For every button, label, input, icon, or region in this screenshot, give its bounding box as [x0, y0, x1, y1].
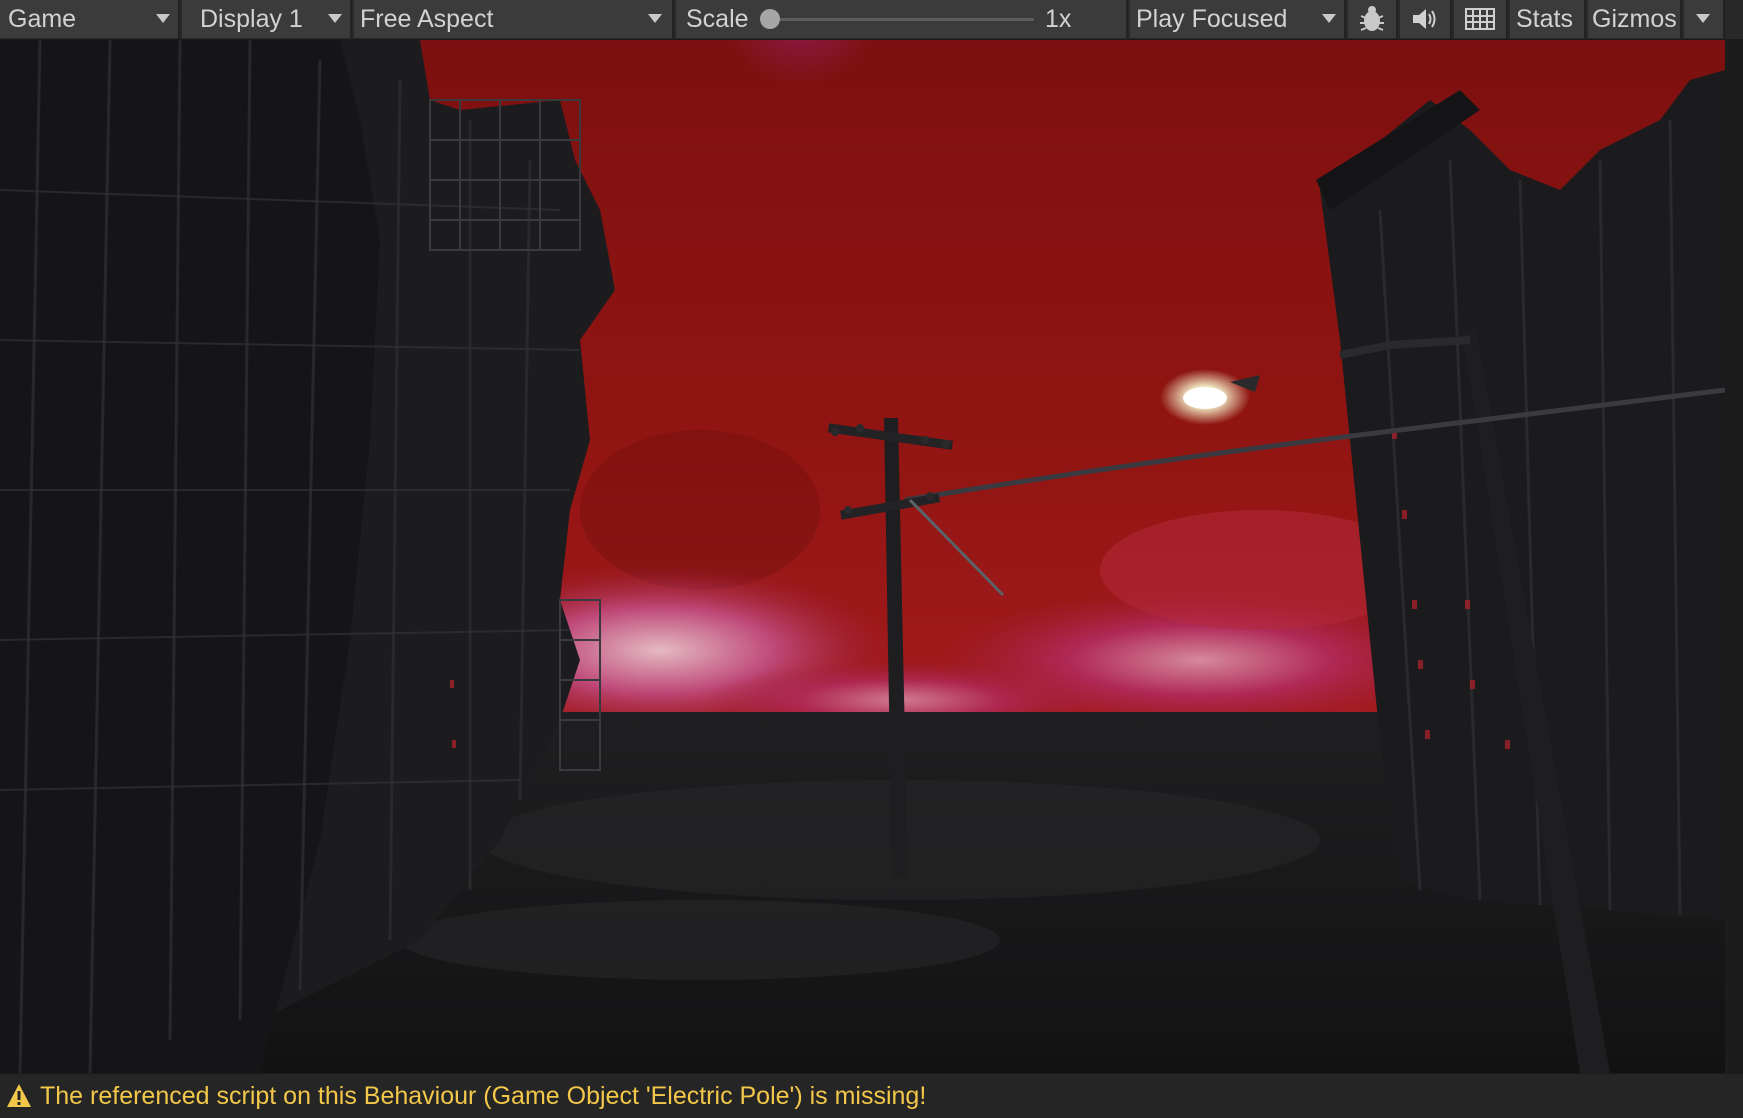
warning-icon — [7, 1084, 31, 1107]
keyboard-toggle-button[interactable] — [1454, 0, 1508, 38]
speaker-icon — [1413, 9, 1436, 29]
stats-button[interactable]: Stats — [1510, 0, 1586, 38]
game-render-scene — [0, 40, 1725, 1073]
play-mode-dropdown[interactable]: Play Focused — [1130, 0, 1346, 38]
aspect-label: Free Aspect — [360, 5, 494, 33]
chevron-down-icon — [156, 14, 170, 23]
bug-toggle-button[interactable] — [1348, 0, 1398, 38]
bug-icon — [1360, 6, 1384, 31]
gizmos-label: Gizmos — [1592, 5, 1677, 33]
game-viewport[interactable] — [0, 40, 1725, 1073]
display-dropdown[interactable]: Display 1 — [182, 0, 352, 38]
view-type-label: Game — [8, 5, 77, 33]
stats-label: Stats — [1516, 5, 1573, 33]
chevron-down-icon — [1696, 14, 1710, 23]
scale-slider-handle[interactable] — [760, 9, 780, 29]
game-view-toolbar: Game Display 1 Free Aspect Scale 1x Play… — [0, 0, 1743, 40]
audio-toggle-button[interactable] — [1400, 0, 1452, 38]
play-mode-label: Play Focused — [1136, 5, 1288, 33]
gizmos-dropdown[interactable] — [1684, 0, 1725, 38]
scale-label: Scale — [686, 5, 749, 33]
chevron-down-icon — [328, 14, 342, 23]
gizmos-button[interactable]: Gizmos — [1588, 0, 1682, 38]
console-status-bar[interactable]: The referenced script on this Behaviour … — [0, 1073, 1743, 1118]
display-label: Display 1 — [200, 5, 303, 33]
chevron-down-icon — [648, 14, 662, 23]
aspect-dropdown[interactable]: Free Aspect — [354, 0, 674, 38]
chevron-down-icon — [1322, 14, 1336, 23]
game-view-window: Game Display 1 Free Aspect Scale 1x Play… — [0, 0, 1743, 1118]
keyboard-icon — [1465, 8, 1495, 30]
status-message: The referenced script on this Behaviour … — [40, 1082, 927, 1110]
viewport-gutter — [1725, 40, 1743, 1073]
scale-value: 1x — [1045, 5, 1072, 33]
view-type-dropdown[interactable]: Game — [0, 0, 180, 38]
scale-slider-track[interactable] — [770, 18, 1034, 21]
